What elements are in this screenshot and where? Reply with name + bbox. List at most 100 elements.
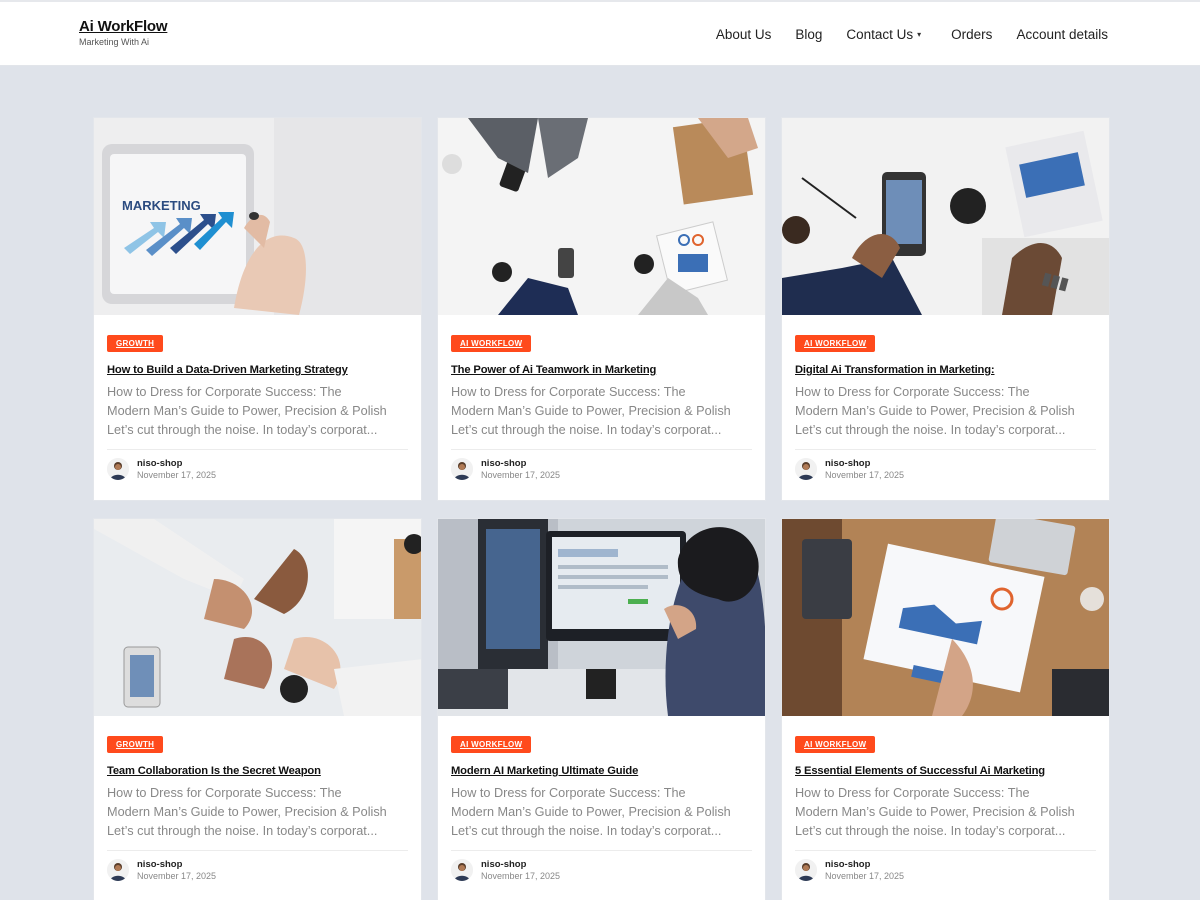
nav-contact-us-label: Contact Us — [846, 26, 914, 42]
author-avatar[interactable] — [451, 859, 473, 881]
post-card: ▮▮▮ AI WORKFLOW Digital Ai Transformatio… — [781, 117, 1110, 501]
post-excerpt: How to Dress for Corporate Success: The … — [107, 383, 408, 440]
author-name[interactable]: niso-shop — [481, 859, 560, 870]
charts-table-image — [782, 519, 1109, 716]
post-card: AI WORKFLOW Modern AI Marketing Ultimate… — [437, 518, 766, 900]
tablet-marketing-image: MARKETING — [94, 118, 421, 315]
chevron-down-icon: ▾ — [917, 29, 922, 39]
phone-newspaper-photo[interactable]: ▮▮▮ — [782, 118, 1109, 315]
avatar-icon — [107, 458, 129, 480]
divider — [451, 850, 752, 851]
post-date: November 17, 2025 — [481, 470, 561, 480]
excerpt-line: How to Dress for Corporate Success: The — [795, 786, 1030, 800]
excerpt-line: Let’s cut through the noise. In today’s … — [795, 423, 1066, 437]
author-avatar[interactable] — [795, 458, 817, 480]
post-date: November 17, 2025 — [825, 470, 905, 480]
main-nav: About Us Blog Contact Us ▾ Orders Accoun… — [692, 2, 1108, 66]
fist-bump-image — [94, 519, 421, 716]
author-avatar[interactable] — [107, 859, 129, 881]
nav-blog[interactable]: Blog — [795, 27, 822, 42]
nav-orders[interactable]: Orders — [951, 27, 992, 42]
post-meta: niso-shop November 17, 2025 — [107, 859, 408, 881]
author-avatar[interactable] — [451, 458, 473, 480]
avatar-icon — [451, 859, 473, 881]
tablet-marketing-photo[interactable]: MARKETING — [94, 118, 421, 315]
team-desk-image — [438, 118, 765, 315]
post-meta: niso-shop November 17, 2025 — [795, 458, 1096, 480]
charts-table-photo[interactable] — [782, 519, 1109, 716]
brand[interactable]: Ai WorkFlow Marketing With Ai — [79, 18, 168, 47]
nav-about-us[interactable]: About Us — [716, 27, 772, 42]
excerpt-line: Let’s cut through the noise. In today’s … — [107, 423, 378, 437]
excerpt-line: Let’s cut through the noise. In today’s … — [451, 824, 722, 838]
avatar-icon — [795, 458, 817, 480]
excerpt-line: How to Dress for Corporate Success: The — [451, 786, 686, 800]
divider — [451, 449, 752, 450]
excerpt-line: Modern Man’s Guide to Power, Precision &… — [107, 805, 387, 819]
post-title[interactable]: How to Build a Data-Driven Marketing Str… — [107, 364, 408, 376]
category-tag[interactable]: GROWTH — [107, 335, 164, 352]
post-title[interactable]: Team Collaboration Is the Secret Weapon — [107, 765, 408, 777]
author-name[interactable]: niso-shop — [825, 859, 904, 870]
post-meta: niso-shop November 17, 2025 — [795, 859, 1096, 881]
category-tag[interactable]: AI WORKFLOW — [451, 335, 532, 352]
woman-computer-photo[interactable] — [438, 519, 765, 716]
nav-account-details[interactable]: Account details — [1016, 27, 1108, 42]
excerpt-line: Let’s cut through the noise. In today’s … — [107, 824, 378, 838]
post-grid: MARKETING GROWTH How to Build a Data-Dri… — [93, 117, 1110, 900]
post-excerpt: How to Dress for Corporate Success: The … — [795, 383, 1096, 440]
post-meta: niso-shop November 17, 2025 — [107, 458, 408, 480]
category-tag[interactable]: AI WORKFLOW — [795, 736, 876, 753]
team-desk-overhead-photo[interactable] — [438, 118, 765, 315]
avatar-icon — [451, 458, 473, 480]
post-meta: niso-shop November 17, 2025 — [451, 458, 752, 480]
author-avatar[interactable] — [107, 458, 129, 480]
post-date: November 17, 2025 — [137, 871, 217, 881]
post-card: GROWTH Team Collaboration Is the Secret … — [93, 518, 422, 900]
excerpt-line: Let’s cut through the noise. In today’s … — [451, 423, 722, 437]
author-avatar[interactable] — [795, 859, 817, 881]
brand-name[interactable]: Ai WorkFlow — [79, 18, 168, 35]
tablet-marketing-text: MARKETING — [122, 198, 201, 213]
fist-bump-photo[interactable] — [94, 519, 421, 716]
category-tag[interactable]: AI WORKFLOW — [795, 335, 876, 352]
post-excerpt: How to Dress for Corporate Success: The … — [795, 784, 1096, 841]
post-title[interactable]: 5 Essential Elements of Successful Ai Ma… — [795, 765, 1096, 777]
author-name[interactable]: niso-shop — [137, 458, 216, 469]
avatar-icon — [795, 859, 817, 881]
avatar-icon — [107, 859, 129, 881]
author-name[interactable]: niso-shop — [825, 458, 904, 469]
divider — [795, 850, 1096, 851]
post-title[interactable]: Digital Ai Transformation in Marketing: — [795, 364, 1096, 376]
site-header: Ai WorkFlow Marketing With Ai About Us B… — [0, 2, 1200, 66]
nav-contact-us[interactable]: Contact Us ▾ — [846, 27, 921, 42]
post-excerpt: How to Dress for Corporate Success: The … — [451, 383, 752, 440]
post-card: AI WORKFLOW 5 Essential Elements of Succ… — [781, 518, 1110, 900]
post-date: November 17, 2025 — [137, 470, 217, 480]
post-excerpt: How to Dress for Corporate Success: The … — [451, 784, 752, 841]
excerpt-line: How to Dress for Corporate Success: The — [107, 786, 342, 800]
divider — [795, 449, 1096, 450]
brand-tagline: Marketing With Ai — [79, 37, 150, 47]
excerpt-line: Modern Man’s Guide to Power, Precision &… — [795, 404, 1075, 418]
category-tag[interactable]: AI WORKFLOW — [451, 736, 532, 753]
post-title[interactable]: Modern AI Marketing Ultimate Guide — [451, 765, 752, 777]
excerpt-line: Let’s cut through the noise. In today’s … — [795, 824, 1066, 838]
author-name[interactable]: niso-shop — [137, 859, 216, 870]
post-date: November 17, 2025 — [481, 871, 561, 881]
post-card: MARKETING GROWTH How to Build a Data-Dri… — [93, 117, 422, 501]
excerpt-line: Modern Man’s Guide to Power, Precision &… — [795, 805, 1075, 819]
phone-newspaper-image: ▮▮▮ — [782, 118, 1109, 315]
excerpt-line: How to Dress for Corporate Success: The — [795, 385, 1030, 399]
post-date: November 17, 2025 — [825, 871, 905, 881]
post-meta: niso-shop November 17, 2025 — [451, 859, 752, 881]
excerpt-line: Modern Man’s Guide to Power, Precision &… — [451, 805, 731, 819]
category-tag[interactable]: GROWTH — [107, 736, 164, 753]
excerpt-line: How to Dress for Corporate Success: The — [451, 385, 686, 399]
post-title[interactable]: The Power of Ai Teamwork in Marketing — [451, 364, 752, 376]
excerpt-line: How to Dress for Corporate Success: The — [107, 385, 342, 399]
author-name[interactable]: niso-shop — [481, 458, 560, 469]
woman-computer-image — [438, 519, 765, 716]
post-card: AI WORKFLOW The Power of Ai Teamwork in … — [437, 117, 766, 501]
excerpt-line: Modern Man’s Guide to Power, Precision &… — [451, 404, 731, 418]
